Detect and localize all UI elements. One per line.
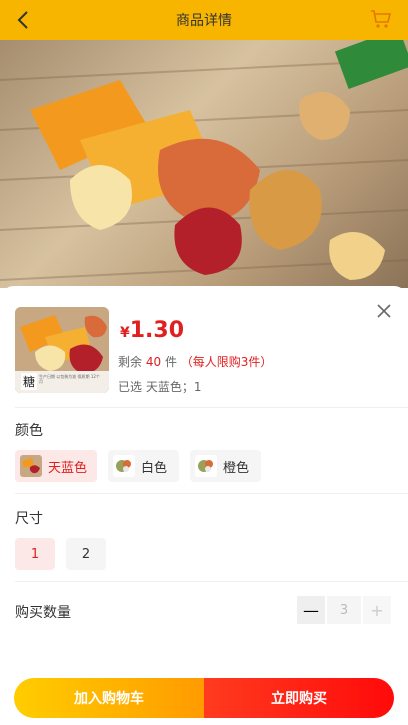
thumbnail-fine-print: 生产日期 以包装为准 保质期 12个月	[39, 374, 100, 384]
app-header: 商品详情	[0, 0, 408, 40]
size-option-2[interactable]: 2	[66, 538, 106, 570]
product-hero-image	[0, 40, 408, 288]
price-value: 1.30	[129, 318, 185, 343]
selected-summary: 已选 天蓝色；1	[118, 380, 202, 394]
color-swatch-image	[20, 455, 42, 477]
product-thumbnail: 糖 生产日期 以包装为准 保质期 12个月	[15, 307, 109, 393]
stock-prefix: 剩余	[118, 355, 143, 369]
color-option-orange[interactable]: 橙色	[190, 450, 261, 482]
color-option-label: 橙色	[223, 460, 250, 476]
add-to-cart-button[interactable]: 加入购物车	[14, 678, 204, 718]
size-label: 尺寸	[15, 511, 43, 527]
currency-symbol: ¥	[120, 325, 130, 341]
color-option-label: 白色	[141, 460, 168, 476]
size-option-1[interactable]: 1	[15, 538, 55, 570]
chevron-left-icon[interactable]	[14, 9, 34, 31]
quantity-stepper: — 3 +	[297, 596, 391, 624]
quantity-label: 购买数量	[15, 605, 71, 621]
color-option-sky-blue[interactable]: 天蓝色	[15, 450, 97, 482]
stock-info: 剩余 40 件 （每人限购3件）	[118, 353, 272, 370]
divider	[15, 581, 408, 582]
color-swatch-image	[113, 455, 135, 477]
increment-button[interactable]: +	[363, 596, 391, 624]
stock-count: 40	[145, 355, 162, 369]
divider	[15, 407, 408, 408]
color-swatch-image	[195, 455, 217, 477]
decrement-button[interactable]: —	[297, 596, 325, 624]
color-label: 颜色	[15, 423, 43, 439]
close-icon[interactable]	[376, 303, 392, 319]
purchase-limit: （每人限购3件）	[180, 355, 273, 369]
divider	[15, 493, 408, 494]
buy-now-button[interactable]: 立即购买	[204, 678, 394, 718]
action-bar: 加入购物车 立即购买	[14, 678, 394, 718]
thumbnail-tag: 糖	[21, 373, 38, 390]
cart-icon[interactable]	[370, 9, 392, 29]
price: ¥1.30	[120, 318, 184, 343]
color-option-white[interactable]: 白色	[108, 450, 179, 482]
stock-unit: 件	[164, 355, 177, 369]
sku-selector-sheet: 糖 生产日期 以包装为准 保质期 12个月 ¥1.30 剩余 40 件 （每人限…	[0, 286, 408, 725]
color-option-label: 天蓝色	[48, 460, 88, 476]
page-title: 商品详情	[176, 13, 232, 29]
quantity-value[interactable]: 3	[327, 596, 361, 624]
